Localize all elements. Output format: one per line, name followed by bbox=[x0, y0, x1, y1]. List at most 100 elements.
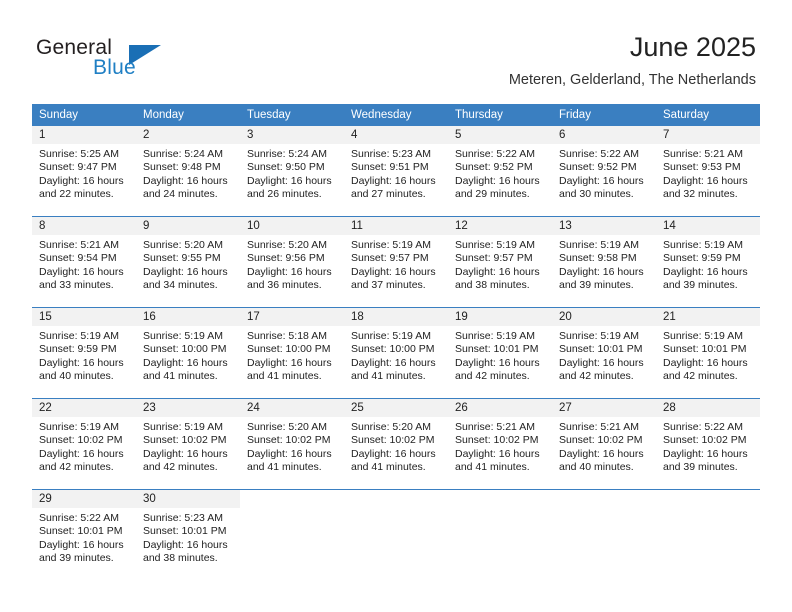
calendar-day-cell-empty bbox=[656, 489, 760, 580]
calendar-day-cell[interactable]: 13 Sunrise: 5:19 AM Sunset: 9:58 PM Dayligh… bbox=[552, 216, 656, 308]
calendar-day-cell[interactable]: 16 Sunrise: 5:19 AM Sunset: 10:00 PM Daylig… bbox=[136, 307, 240, 399]
calendar-day-cell[interactable]: 5 Sunrise: 5:22 AM Sunset: 9:52 PM Daylight… bbox=[448, 126, 552, 217]
daylight-text-line1: Daylight: 16 hours bbox=[39, 174, 124, 187]
calendar-day-cell[interactable]: 22 Sunrise: 5:19 AM Sunset: 10:02 PM Daylig… bbox=[32, 398, 136, 490]
daylight-text-line1: Daylight: 16 hours bbox=[39, 265, 124, 278]
calendar-day-cell[interactable]: 20 Sunrise: 5:19 AM Sunset: 10:01 PM Daylig… bbox=[552, 307, 656, 399]
daylight-text-line1: Daylight: 16 hours bbox=[455, 174, 540, 187]
sunset-text: Sunset: 10:00 PM bbox=[351, 343, 435, 356]
daylight-text-line1: Daylight: 16 hours bbox=[351, 174, 436, 187]
calendar-page: General Blue June 2025 Meteren, Gelderla… bbox=[0, 0, 792, 612]
calendar-day-cell[interactable]: 18 Sunrise: 5:19 AM Sunset: 10:00 PM Daylig… bbox=[344, 307, 448, 399]
calendar-day-cell[interactable]: 11 Sunrise: 5:19 AM Sunset: 9:57 PM Dayligh… bbox=[344, 216, 448, 308]
calendar-day-cell[interactable]: 25 Sunrise: 5:20 AM Sunset: 10:02 PM Daylig… bbox=[344, 398, 448, 490]
day-number: 4 bbox=[344, 126, 448, 144]
sunrise-text: Sunrise: 5:23 AM bbox=[351, 148, 431, 160]
calendar-day-cell[interactable]: 10 Sunrise: 5:20 AM Sunset: 9:56 PM Dayligh… bbox=[240, 216, 344, 308]
daylight-text-line1: Daylight: 16 hours bbox=[351, 447, 436, 460]
day-number: 16 bbox=[136, 308, 240, 326]
sunrise-text: Sunrise: 5:19 AM bbox=[351, 330, 431, 342]
calendar-day-cell[interactable]: 19 Sunrise: 5:19 AM Sunset: 10:01 PM Daylig… bbox=[448, 307, 552, 399]
sunset-text: Sunset: 10:01 PM bbox=[663, 343, 747, 356]
sunrise-text: Sunrise: 5:21 AM bbox=[663, 148, 743, 160]
day-number: 2 bbox=[136, 126, 240, 144]
daylight-text-line2: and 42 minutes. bbox=[663, 370, 738, 383]
calendar-day-cell[interactable]: 21 Sunrise: 5:19 AM Sunset: 10:01 PM Daylig… bbox=[656, 307, 760, 399]
sunset-text: Sunset: 10:02 PM bbox=[455, 434, 539, 447]
calendar-table: Sunday Monday Tuesday Wednesday Thursday… bbox=[32, 104, 760, 580]
daylight-text-line2: and 42 minutes. bbox=[559, 370, 634, 383]
calendar-day-cell[interactable]: 3 Sunrise: 5:24 AM Sunset: 9:50 PM Daylight… bbox=[240, 126, 344, 217]
daylight-text-line2: and 36 minutes. bbox=[247, 279, 322, 292]
sunrise-text: Sunrise: 5:22 AM bbox=[455, 148, 535, 160]
daylight-text-line2: and 34 minutes. bbox=[143, 279, 218, 292]
daylight-text-line1: Daylight: 16 hours bbox=[663, 265, 748, 278]
sunset-text: Sunset: 9:48 PM bbox=[143, 161, 221, 174]
daylight-text-line2: and 42 minutes. bbox=[455, 370, 530, 383]
daylight-text-line2: and 41 minutes. bbox=[351, 461, 426, 474]
calendar-day-cell[interactable]: 15 Sunrise: 5:19 AM Sunset: 9:59 PM Dayligh… bbox=[32, 307, 136, 399]
day-number: 1 bbox=[32, 126, 136, 144]
daylight-text-line1: Daylight: 16 hours bbox=[247, 447, 332, 460]
day-number bbox=[344, 490, 448, 508]
day-number: 5 bbox=[448, 126, 552, 144]
daylight-text-line2: and 40 minutes. bbox=[39, 370, 114, 383]
day-details: Sunrise: 5:19 AM Sunset: 9:59 PM Daylight:… bbox=[656, 235, 760, 293]
day-number: 19 bbox=[448, 308, 552, 326]
daylight-text-line2: and 41 minutes. bbox=[455, 461, 530, 474]
calendar-day-cell[interactable]: 29 Sunrise: 5:22 AM Sunset: 10:01 PM Daylig… bbox=[32, 489, 136, 580]
title-block: June 2025 Meteren, Gelderland, The Nethe… bbox=[509, 30, 756, 90]
sunset-text: Sunset: 9:58 PM bbox=[559, 252, 637, 265]
sunset-text: Sunset: 9:52 PM bbox=[455, 161, 533, 174]
daylight-text-line2: and 41 minutes. bbox=[247, 370, 322, 383]
calendar-day-cell[interactable]: 23 Sunrise: 5:19 AM Sunset: 10:02 PM Daylig… bbox=[136, 398, 240, 490]
sunset-text: Sunset: 9:50 PM bbox=[247, 161, 325, 174]
day-number: 12 bbox=[448, 217, 552, 235]
sunset-text: Sunset: 9:54 PM bbox=[39, 252, 117, 265]
calendar-day-cell[interactable]: 30 Sunrise: 5:23 AM Sunset: 10:01 PM Daylig… bbox=[136, 489, 240, 580]
calendar-day-cell[interactable]: 6 Sunrise: 5:22 AM Sunset: 9:52 PM Daylight… bbox=[552, 126, 656, 217]
weekday-header-friday: Friday bbox=[552, 104, 656, 126]
day-number: 28 bbox=[656, 399, 760, 417]
calendar-day-cell[interactable]: 1 Sunrise: 5:25 AM Sunset: 9:47 PM Daylight… bbox=[32, 126, 136, 217]
calendar-body: 1 Sunrise: 5:25 AM Sunset: 9:47 PM Daylight… bbox=[32, 126, 760, 580]
calendar-day-cell[interactable]: 17 Sunrise: 5:18 AM Sunset: 10:00 PM Daylig… bbox=[240, 307, 344, 399]
daylight-text-line2: and 24 minutes. bbox=[143, 188, 218, 201]
day-number bbox=[240, 490, 344, 508]
daylight-text-line2: and 39 minutes. bbox=[663, 461, 738, 474]
day-number: 20 bbox=[552, 308, 656, 326]
daylight-text-line1: Daylight: 16 hours bbox=[663, 356, 748, 369]
daylight-text-line1: Daylight: 16 hours bbox=[559, 447, 644, 460]
calendar-week-row: 1 Sunrise: 5:25 AM Sunset: 9:47 PM Daylight… bbox=[32, 126, 760, 217]
calendar-day-cell[interactable]: 2 Sunrise: 5:24 AM Sunset: 9:48 PM Daylight… bbox=[136, 126, 240, 217]
daylight-text-line2: and 32 minutes. bbox=[663, 188, 738, 201]
calendar-day-cell[interactable]: 28 Sunrise: 5:22 AM Sunset: 10:02 PM Daylig… bbox=[656, 398, 760, 490]
daylight-text-line2: and 33 minutes. bbox=[39, 279, 114, 292]
day-number: 13 bbox=[552, 217, 656, 235]
calendar-day-cell-empty bbox=[448, 489, 552, 580]
sunset-text: Sunset: 9:59 PM bbox=[663, 252, 741, 265]
calendar-day-cell[interactable]: 9 Sunrise: 5:20 AM Sunset: 9:55 PM Daylight… bbox=[136, 216, 240, 308]
day-details: Sunrise: 5:19 AM Sunset: 9:58 PM Daylight:… bbox=[552, 235, 656, 293]
calendar-day-cell[interactable]: 26 Sunrise: 5:21 AM Sunset: 10:02 PM Daylig… bbox=[448, 398, 552, 490]
calendar-week-row: 8 Sunrise: 5:21 AM Sunset: 9:54 PM Daylight… bbox=[32, 216, 760, 308]
page-header: General Blue June 2025 Meteren, Gelderla… bbox=[0, 0, 792, 100]
day-details: Sunrise: 5:22 AM Sunset: 9:52 PM Daylight:… bbox=[448, 144, 552, 202]
weekday-header-wednesday: Wednesday bbox=[344, 104, 448, 126]
daylight-text-line1: Daylight: 16 hours bbox=[559, 265, 644, 278]
calendar-day-cell[interactable]: 24 Sunrise: 5:20 AM Sunset: 10:02 PM Daylig… bbox=[240, 398, 344, 490]
sunset-text: Sunset: 9:51 PM bbox=[351, 161, 429, 174]
day-details: Sunrise: 5:21 AM Sunset: 10:02 PM Daylight… bbox=[448, 417, 552, 475]
daylight-text-line2: and 38 minutes. bbox=[455, 279, 530, 292]
daylight-text-line1: Daylight: 16 hours bbox=[143, 538, 228, 551]
day-details: Sunrise: 5:20 AM Sunset: 9:55 PM Daylight:… bbox=[136, 235, 240, 293]
calendar-day-cell[interactable]: 14 Sunrise: 5:19 AM Sunset: 9:59 PM Dayligh… bbox=[656, 216, 760, 308]
calendar-day-cell[interactable]: 4 Sunrise: 5:23 AM Sunset: 9:51 PM Daylight… bbox=[344, 126, 448, 217]
calendar-day-cell[interactable]: 12 Sunrise: 5:19 AM Sunset: 9:57 PM Dayligh… bbox=[448, 216, 552, 308]
calendar-day-cell[interactable]: 27 Sunrise: 5:21 AM Sunset: 10:02 PM Daylig… bbox=[552, 398, 656, 490]
calendar-day-cell[interactable]: 7 Sunrise: 5:21 AM Sunset: 9:53 PM Daylight… bbox=[656, 126, 760, 217]
sunset-text: Sunset: 10:01 PM bbox=[455, 343, 539, 356]
day-details bbox=[656, 508, 760, 512]
general-blue-logo[interactable]: General Blue bbox=[36, 36, 236, 88]
calendar-day-cell[interactable]: 8 Sunrise: 5:21 AM Sunset: 9:54 PM Daylight… bbox=[32, 216, 136, 308]
